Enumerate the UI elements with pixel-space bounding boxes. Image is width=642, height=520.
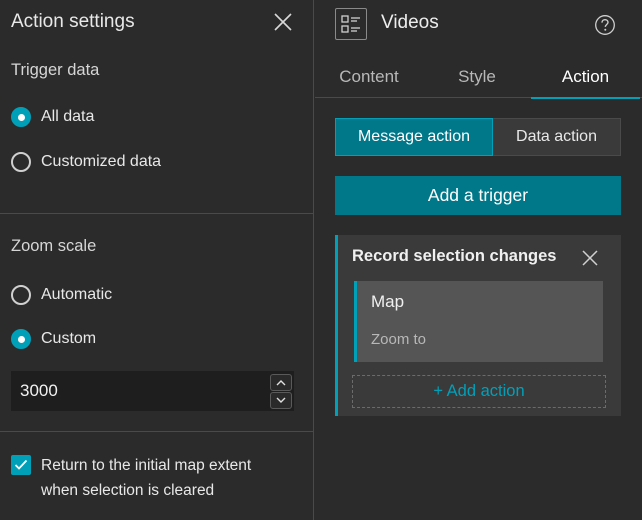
widget-settings-panel: Videos Content Style Action Message acti…: [315, 0, 642, 520]
radio-all-data[interactable]: All data: [11, 106, 94, 128]
widget-header: Videos: [315, 0, 642, 50]
zoom-scale-field: [11, 371, 294, 411]
action-target: Map: [371, 292, 405, 311]
tab-action[interactable]: Action: [531, 56, 640, 99]
zoom-scale-label: Zoom scale: [11, 237, 97, 255]
action-type: Zoom to: [371, 331, 427, 348]
radio-custom[interactable]: Custom: [11, 328, 96, 350]
help-icon[interactable]: [594, 14, 616, 36]
action-type-switch: Message action Data action: [335, 118, 621, 156]
decrement-button[interactable]: [270, 392, 292, 409]
tab-style[interactable]: Style: [423, 56, 531, 98]
add-trigger-button[interactable]: Add a trigger: [335, 176, 621, 215]
radio-label: All data: [41, 108, 95, 125]
divider: [0, 431, 314, 432]
radio-customized-data[interactable]: Customized data: [11, 151, 161, 173]
close-icon[interactable]: [272, 11, 294, 33]
message-action-button[interactable]: Message action: [335, 118, 493, 156]
radio-label: Automatic: [41, 286, 113, 303]
trigger-card: Record selection changes Map Zoom to + A…: [335, 235, 621, 416]
radio-unchecked-icon[interactable]: [11, 285, 31, 305]
divider: [0, 213, 314, 214]
checkmark-icon[interactable]: [11, 455, 31, 475]
panel-title: Action settings: [11, 11, 135, 32]
panel-header: Action settings: [0, 0, 314, 46]
add-action-button[interactable]: + Add action: [352, 375, 606, 408]
list-widget-icon: [335, 8, 367, 40]
checkbox-label-line2: when selection is cleared: [41, 482, 215, 499]
chevron-down-icon: [276, 397, 286, 403]
radio-label: Custom: [41, 330, 97, 347]
radio-unchecked-icon[interactable]: [11, 152, 31, 172]
tab-content[interactable]: Content: [315, 56, 423, 98]
close-icon[interactable]: [580, 248, 600, 268]
trigger-title: Record selection changes: [352, 247, 557, 265]
increment-button[interactable]: [270, 374, 292, 391]
radio-label: Customized data: [41, 153, 162, 170]
data-action-button[interactable]: Data action: [493, 118, 621, 156]
radio-checked-icon[interactable]: [11, 329, 31, 349]
action-settings-panel: Action settings Trigger data All data Cu…: [0, 0, 314, 520]
chevron-up-icon: [276, 380, 286, 386]
action-item[interactable]: Map Zoom to: [354, 281, 603, 362]
trigger-data-label: Trigger data: [11, 61, 100, 79]
widget-title: Videos: [381, 12, 439, 33]
checkbox-label: Return to the initial map extent when se…: [41, 453, 251, 503]
settings-tabs: Content Style Action: [315, 56, 642, 99]
radio-checked-icon[interactable]: [11, 107, 31, 127]
return-initial-extent-checkbox[interactable]: Return to the initial map extent when se…: [11, 453, 301, 503]
radio-automatic[interactable]: Automatic: [11, 284, 112, 306]
zoom-scale-input[interactable]: [12, 372, 267, 410]
checkbox-label-line1: Return to the initial map extent: [41, 457, 252, 474]
